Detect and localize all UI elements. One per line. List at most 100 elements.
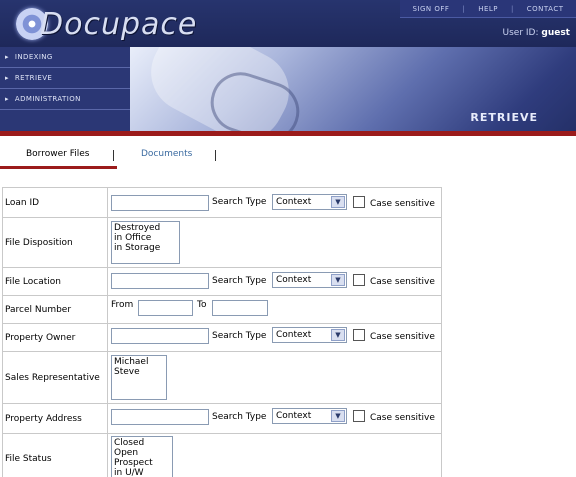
- field-cell: Search Type Context ▼ Case sensitive: [108, 188, 441, 217]
- row-property-owner: Property Owner Search Type Context ▼ Cas…: [3, 324, 441, 352]
- field-cell: Destroyed in Office in Storage: [108, 218, 441, 267]
- nav-item-label: INDEXING: [14, 53, 53, 61]
- header-divider: [0, 131, 576, 136]
- user-id: User ID: guest: [503, 28, 571, 38]
- sales-representative-listbox[interactable]: Michael Steve: [111, 355, 167, 400]
- nav-item-administration[interactable]: ▸ ADMINISTRATION: [0, 89, 130, 110]
- list-option[interactable]: Open: [114, 448, 170, 458]
- select-value: Context: [276, 275, 312, 285]
- logo-text: Docupace: [40, 7, 198, 42]
- field-cell: Closed Open Prospect in U/W: [108, 434, 441, 477]
- field-label: Parcel Number: [3, 296, 108, 323]
- search-type-label: Search Type: [212, 276, 267, 286]
- nav-item-indexing[interactable]: ▸ INDEXING: [0, 47, 130, 68]
- list-option[interactable]: Prospect: [114, 458, 170, 468]
- active-tab-underline: [0, 166, 117, 169]
- search-type-label: Search Type: [212, 331, 267, 341]
- case-sensitive-label: Case sensitive: [370, 332, 435, 342]
- row-sales-representative: Sales Representative Michael Steve: [3, 352, 441, 404]
- app-header: Docupace SIGN OFF | HELP | CONTACT User …: [0, 0, 576, 131]
- row-loan-id: Loan ID Search Type Context ▼ Case sensi…: [3, 188, 441, 218]
- row-property-address: Property Address Search Type Context ▼ C…: [3, 404, 441, 434]
- list-option[interactable]: in Office: [114, 233, 177, 243]
- from-label: From: [111, 300, 134, 310]
- main-nav: ▸ INDEXING ▸ RETRIEVE ▸ ADMINISTRATION: [0, 47, 130, 131]
- top-link-separator: |: [462, 4, 466, 13]
- select-value: Context: [276, 330, 312, 340]
- nav-item-retrieve[interactable]: ▸ RETRIEVE: [0, 68, 130, 89]
- list-option[interactable]: Closed: [114, 438, 170, 448]
- user-id-label: User ID:: [502, 28, 539, 38]
- row-file-disposition: File Disposition Destroyed in Office in …: [3, 218, 441, 268]
- sign-off-link[interactable]: SIGN OFF: [412, 5, 449, 13]
- property-owner-input[interactable]: [111, 328, 209, 344]
- field-label: File Location: [3, 268, 108, 295]
- list-option[interactable]: in U/W: [114, 468, 170, 477]
- nav-item-label: ADMINISTRATION: [14, 95, 81, 103]
- field-label: Property Address: [3, 404, 108, 433]
- chevron-down-icon: ▼: [331, 274, 345, 286]
- top-links: SIGN OFF | HELP | CONTACT: [400, 0, 576, 18]
- select-value: Context: [276, 411, 312, 421]
- tab-separator: [215, 150, 216, 161]
- case-sensitive-label: Case sensitive: [370, 277, 435, 287]
- search-form: Loan ID Search Type Context ▼ Case sensi…: [2, 187, 442, 477]
- property-address-input[interactable]: [111, 409, 209, 425]
- search-type-label: Search Type: [212, 197, 267, 207]
- top-link-separator: |: [510, 4, 514, 13]
- contact-link[interactable]: CONTACT: [527, 5, 564, 13]
- field-label: File Status: [3, 434, 108, 477]
- field-label: Sales Representative: [3, 352, 108, 403]
- nav-item-label: RETRIEVE: [14, 74, 53, 82]
- field-label: Loan ID: [3, 188, 108, 217]
- file-location-input[interactable]: [111, 273, 209, 289]
- parcel-from-input[interactable]: [138, 300, 193, 316]
- field-cell: From To: [108, 296, 441, 323]
- property-owner-search-type-select[interactable]: Context ▼: [272, 327, 347, 343]
- nav-bullet-icon: ▸: [5, 74, 9, 82]
- row-parcel-number: Parcel Number From To: [3, 296, 441, 324]
- user-id-value: guest: [541, 28, 570, 38]
- case-sensitive-label: Case sensitive: [370, 413, 435, 423]
- file-status-listbox[interactable]: Closed Open Prospect in U/W: [111, 436, 173, 477]
- field-cell: Search Type Context ▼ Case sensitive: [108, 268, 441, 295]
- list-option[interactable]: Steve: [114, 367, 164, 377]
- loan-id-case-sensitive-checkbox[interactable]: [353, 196, 365, 208]
- list-option[interactable]: in Storage: [114, 243, 177, 253]
- parcel-to-input[interactable]: [212, 300, 268, 316]
- section-banner: RETRIEVE: [130, 47, 576, 131]
- case-sensitive-label: Case sensitive: [370, 199, 435, 209]
- file-location-case-sensitive-checkbox[interactable]: [353, 274, 365, 286]
- loan-id-input[interactable]: [111, 195, 209, 211]
- chevron-down-icon: ▼: [331, 196, 345, 208]
- field-cell: Michael Steve: [108, 352, 441, 403]
- loan-id-search-type-select[interactable]: Context ▼: [272, 194, 347, 210]
- to-label: To: [197, 300, 207, 310]
- property-address-search-type-select[interactable]: Context ▼: [272, 408, 347, 424]
- field-cell: Search Type Context ▼ Case sensitive: [108, 404, 441, 433]
- tab-separator: [113, 150, 114, 161]
- help-link[interactable]: HELP: [478, 5, 498, 13]
- tab-documents[interactable]: Documents: [141, 149, 192, 159]
- file-location-search-type-select[interactable]: Context ▼: [272, 272, 347, 288]
- top-strip: Docupace SIGN OFF | HELP | CONTACT User …: [0, 0, 576, 47]
- field-label: File Disposition: [3, 218, 108, 267]
- nav-bullet-icon: ▸: [5, 53, 9, 61]
- file-disposition-listbox[interactable]: Destroyed in Office in Storage: [111, 221, 180, 264]
- banner-title: RETRIEVE: [470, 111, 538, 124]
- chevron-down-icon: ▼: [331, 410, 345, 422]
- nav-bullet-icon: ▸: [5, 95, 9, 103]
- property-owner-case-sensitive-checkbox[interactable]: [353, 329, 365, 341]
- search-type-label: Search Type: [212, 412, 267, 422]
- tab-bar: Borrower Files Documents: [0, 146, 576, 169]
- tab-borrower-files[interactable]: Borrower Files: [26, 149, 89, 159]
- chevron-down-icon: ▼: [331, 329, 345, 341]
- row-file-location: File Location Search Type Context ▼ Case…: [3, 268, 441, 296]
- row-file-status: File Status Closed Open Prospect in U/W: [3, 434, 441, 477]
- list-option[interactable]: Destroyed: [114, 223, 177, 233]
- field-label: Property Owner: [3, 324, 108, 351]
- field-cell: Search Type Context ▼ Case sensitive: [108, 324, 441, 351]
- list-option[interactable]: Michael: [114, 357, 164, 367]
- logo: Docupace: [8, 4, 196, 44]
- property-address-case-sensitive-checkbox[interactable]: [353, 410, 365, 422]
